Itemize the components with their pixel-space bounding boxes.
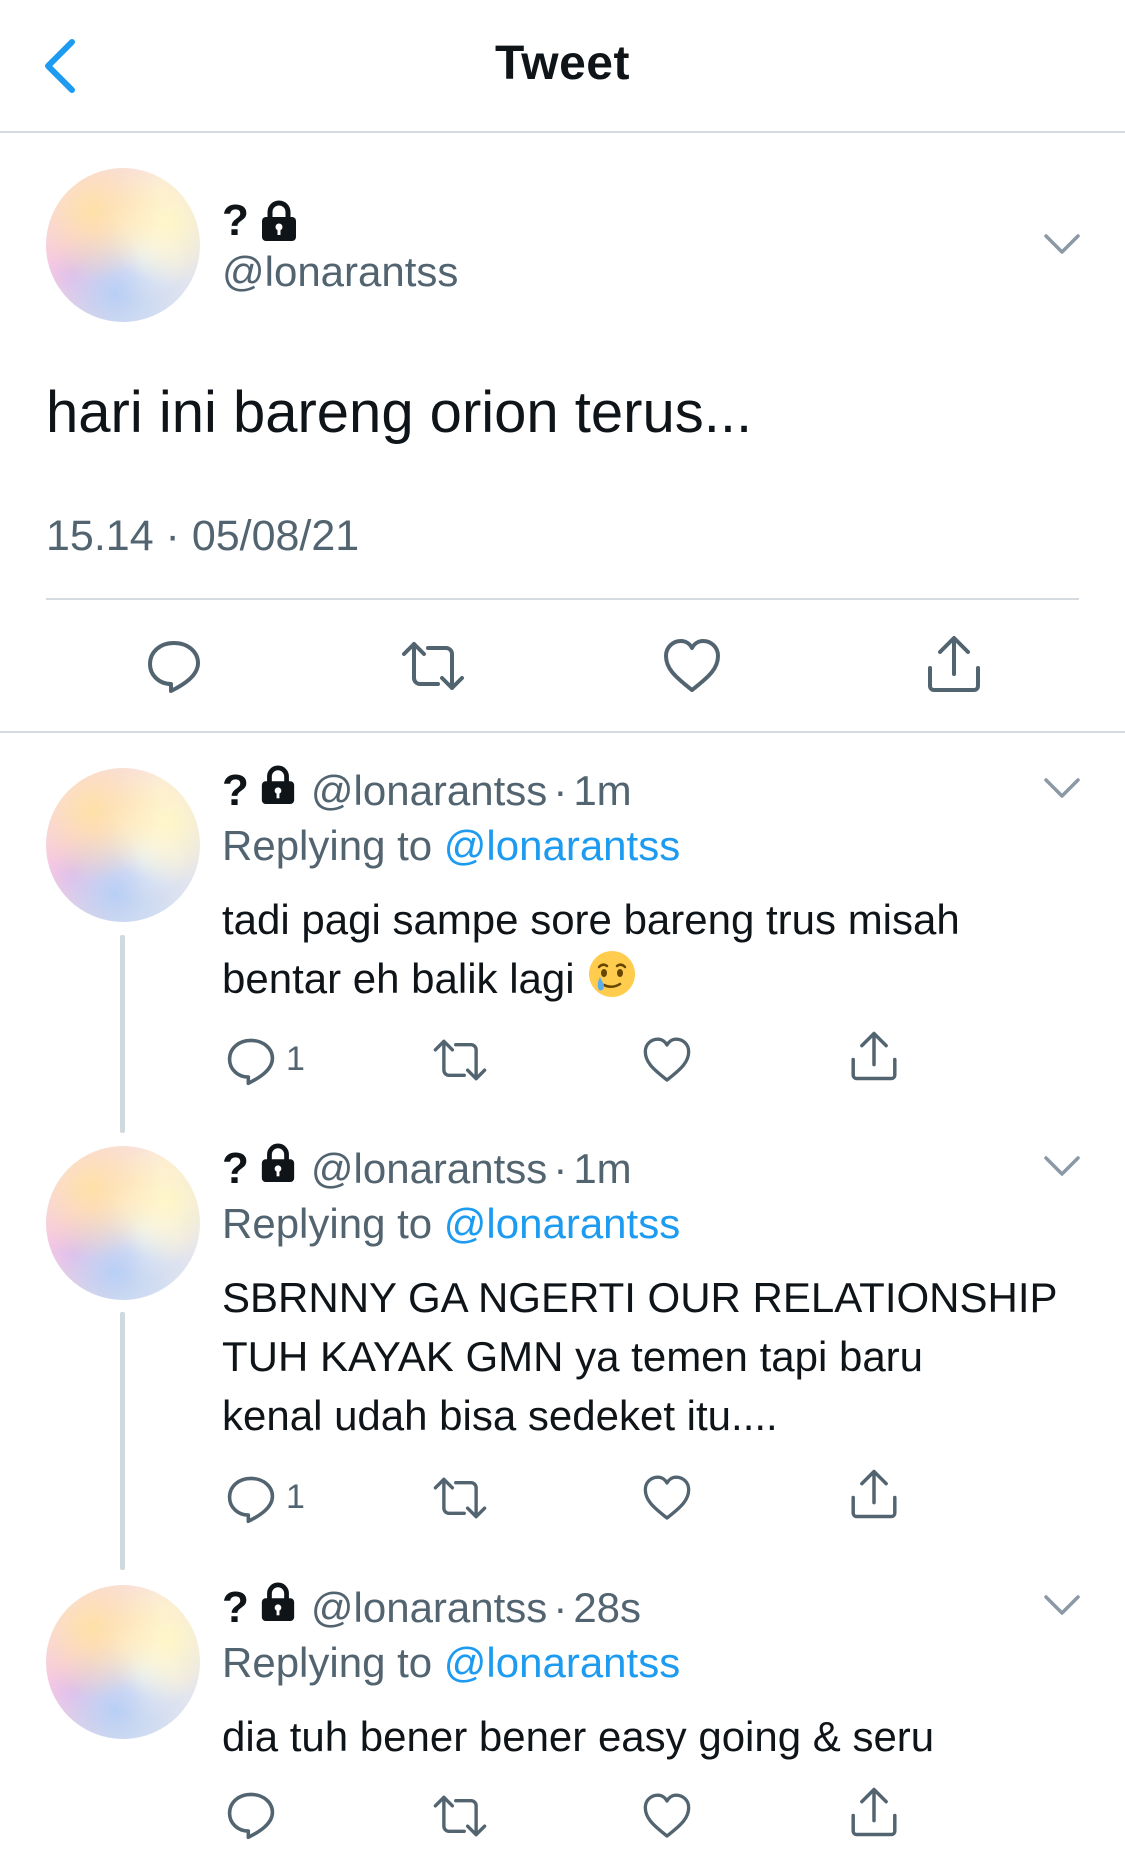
reply-icon[interactable] [226, 1036, 276, 1086]
share-icon[interactable] [924, 634, 984, 694]
lock-icon [259, 1142, 297, 1195]
reply-icon[interactable] [146, 638, 202, 694]
chevron-down-icon[interactable] [1042, 1593, 1082, 1617]
chevron-down-icon[interactable] [1042, 776, 1082, 800]
reply-text: tadi pagi sampe sore bareng trus misah b… [222, 890, 1092, 1014]
avatar[interactable] [46, 768, 200, 922]
like-icon[interactable] [662, 638, 722, 694]
user-handle[interactable]: @lonarantss [311, 1583, 547, 1633]
reply-time: 1m [573, 1144, 632, 1192]
reply-count: 1 [286, 1478, 305, 1516]
replying-to-link[interactable]: @lonarantss [444, 1639, 680, 1686]
divider [46, 598, 1079, 600]
user-handle[interactable]: @lonarantss [222, 248, 458, 296]
user-handle[interactable]: @lonarantss [311, 766, 547, 816]
share-icon[interactable] [848, 1786, 900, 1838]
avatar[interactable] [46, 168, 200, 322]
divider [0, 731, 1125, 733]
chevron-down-icon[interactable] [1042, 232, 1082, 256]
reply-text: SBRNNY GA NGERTI OUR RELATIONSHIP TUH KA… [222, 1274, 1058, 1439]
reply-text: dia tuh bener bener easy going & seru [222, 1713, 935, 1760]
thread-line [120, 1312, 125, 1570]
lock-icon [261, 200, 296, 241]
like-icon[interactable] [642, 1036, 692, 1084]
reply-header: ? @lonarantss · 28s [222, 1581, 641, 1634]
replying-to: Replying to @lonarantss [222, 1200, 681, 1247]
reply-time: 1m [573, 766, 632, 814]
replying-to-link[interactable]: @lonarantss [444, 1200, 680, 1247]
replying-to: Replying to @lonarantss [222, 822, 681, 869]
reply-time: 28s [573, 1583, 642, 1631]
thread-line [120, 935, 125, 1133]
tweet-text: hari ini bareng orion terus... [46, 380, 753, 445]
reply-icon[interactable] [226, 1790, 276, 1840]
user-handle[interactable]: @lonarantss [311, 1144, 547, 1194]
reply-header: ? @lonarantss · 1m [222, 1142, 632, 1195]
display-name[interactable]: ? [222, 196, 299, 246]
retweet-icon[interactable] [400, 638, 466, 694]
retweet-icon[interactable] [432, 1474, 488, 1522]
top-bar: Tweet [0, 0, 1125, 133]
page-title: Tweet [495, 37, 630, 90]
share-icon[interactable] [848, 1030, 900, 1082]
reply-header: ? @lonarantss · 1m [222, 764, 632, 817]
avatar[interactable] [46, 1146, 200, 1300]
reply-count: 1 [286, 1040, 305, 1078]
face-holding-back-tears-icon [587, 949, 637, 1014]
retweet-icon[interactable] [432, 1036, 488, 1084]
reply-icon[interactable] [226, 1474, 276, 1524]
share-icon[interactable] [848, 1468, 900, 1520]
tweet-timestamp: 15.14 · 05/08/21 [46, 512, 360, 560]
like-icon[interactable] [642, 1474, 692, 1522]
lock-icon [259, 1581, 297, 1634]
replying-to: Replying to @lonarantss [222, 1639, 681, 1686]
avatar[interactable] [46, 1585, 200, 1739]
like-icon[interactable] [642, 1792, 692, 1840]
chevron-down-icon[interactable] [1042, 1154, 1082, 1178]
lock-icon [259, 764, 297, 817]
retweet-icon[interactable] [432, 1792, 488, 1840]
replying-to-link[interactable]: @lonarantss [444, 822, 680, 869]
